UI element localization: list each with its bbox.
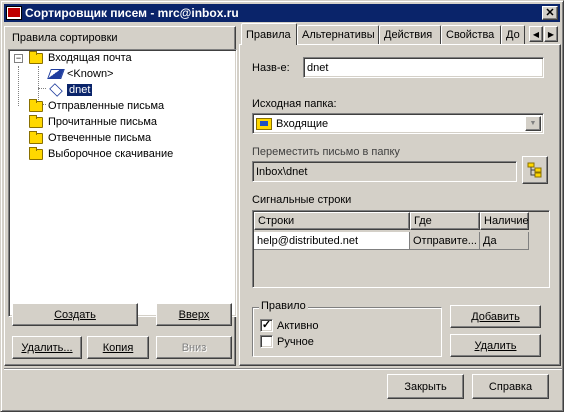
copy-button[interactable]: Копия — [87, 336, 149, 359]
move-to-folder-label: Переместить письмо в папку — [252, 146, 400, 158]
up-button-label: Вверх — [178, 308, 210, 321]
tab-label: Правила — [246, 28, 291, 41]
rule-group-legend: Правило — [259, 300, 308, 312]
manual-checkbox-label: Ручное — [277, 335, 314, 348]
active-checkbox-label: Активно — [277, 319, 319, 332]
delete-string-button-label: Удалить — [474, 339, 517, 352]
inbox-folder-icon — [256, 117, 272, 130]
tab-alternatives[interactable]: Альтернативы — [297, 25, 379, 45]
rule-groupbox: Правило ✓ Активно Ручное — [252, 300, 442, 357]
tree-item-label: dnet — [65, 83, 94, 97]
folder-icon — [29, 130, 43, 144]
rule-icon — [49, 83, 63, 97]
folder-icon — [29, 114, 43, 128]
up-button[interactable]: Вверх — [156, 303, 232, 326]
app-icon — [6, 6, 22, 20]
down-button-label: Вниз — [181, 341, 207, 354]
name-input[interactable]: dnet — [303, 57, 544, 78]
help-button-label: Справка — [488, 380, 533, 393]
help-button[interactable]: Справка — [472, 374, 549, 399]
title-bar[interactable]: Сортировщик писем - mrc@inbox.ru ✕ — [4, 4, 560, 22]
tab-label: Действия — [384, 29, 433, 41]
tab-rules[interactable]: Правила — [241, 23, 297, 45]
mail-sorter-window: Сортировщик писем - mrc@inbox.ru ✕ Прави… — [0, 0, 564, 412]
tab-more[interactable]: До — [501, 25, 525, 45]
folder-tree-icon — [527, 162, 542, 178]
tree-item-replied[interactable]: Отвеченные письма — [29, 130, 151, 146]
tree-item-label: Прочитанные письма — [48, 116, 158, 128]
create-button[interactable]: Создать — [12, 303, 138, 326]
rule-icon — [47, 69, 65, 79]
tree-item-label: Отправленные письма — [48, 100, 165, 112]
add-string-button-label: Добавить — [471, 310, 520, 323]
sorting-rules-label: Правила сортировки — [12, 32, 118, 44]
delete-rule-button-label: Удалить... — [21, 341, 73, 354]
tree-item-label: Отвеченные письма — [48, 132, 152, 144]
tab-label: До — [506, 29, 520, 41]
move-to-folder-field[interactable]: Inbox\dnet — [252, 161, 517, 182]
tab-scroll-right-icon[interactable]: ▶ — [544, 26, 558, 42]
folder-icon — [29, 98, 43, 112]
tree-item-label: Выборочное скачивание — [48, 148, 174, 160]
column-header-presence[interactable]: Наличие — [480, 212, 529, 230]
chevron-down-icon[interactable]: ▼ — [525, 116, 541, 131]
table-cell[interactable]: Отправите... — [410, 232, 480, 250]
delete-string-button[interactable]: Удалить — [450, 334, 541, 357]
active-checkbox[interactable]: ✓ — [260, 319, 273, 332]
column-header-strings[interactable]: Строки — [254, 212, 410, 230]
add-string-button[interactable]: Добавить — [450, 305, 541, 328]
window-title: Сортировщик писем - mrc@inbox.ru — [25, 6, 239, 20]
tree-item-inbox[interactable]: Входящая почта — [29, 50, 132, 66]
name-label: Назв-е: — [252, 62, 290, 74]
tree-item-label: Входящая почта — [48, 52, 132, 64]
tree-item-label: <Known> — [67, 68, 114, 80]
column-header-where[interactable]: Где — [410, 212, 480, 230]
close-button[interactable]: Закрыть — [387, 374, 464, 399]
tab-label: Альтернативы — [302, 29, 375, 41]
tree-item-known[interactable]: <Known> — [47, 66, 114, 82]
tree-item-read[interactable]: Прочитанные письма — [29, 114, 157, 130]
close-window-button[interactable]: ✕ — [542, 6, 558, 20]
tab-label: Свойства — [446, 29, 495, 41]
folder-icon — [29, 50, 43, 64]
source-folder-value: Входящие — [276, 117, 329, 130]
rules-tree[interactable]: − Входящая почта <Known> dnet Отправленн… — [8, 49, 237, 317]
copy-button-label: Копия — [102, 341, 134, 354]
signal-strings-label: Сигнальные строки — [252, 194, 352, 206]
browse-folder-button[interactable] — [522, 156, 548, 184]
tab-properties[interactable]: Свойства — [441, 25, 501, 45]
close-button-label: Закрыть — [404, 380, 447, 393]
tree-item-selective-download[interactable]: Выборочное скачивание — [29, 146, 173, 162]
active-checkbox-row[interactable]: ✓ Активно — [260, 319, 319, 332]
collapse-expander-icon[interactable]: − — [14, 54, 23, 63]
tab-actions[interactable]: Действия — [379, 25, 441, 45]
source-folder-label: Исходная папка: — [252, 98, 337, 110]
tree-item-dnet[interactable]: dnet — [49, 82, 94, 98]
create-button-label: Создать — [54, 308, 96, 321]
source-folder-select[interactable]: Входящие ▼ — [252, 113, 544, 134]
tab-scroll-left-icon[interactable]: ◀ — [529, 26, 543, 42]
manual-checkbox-row[interactable]: Ручное — [260, 335, 314, 348]
manual-checkbox[interactable] — [260, 335, 273, 348]
tree-item-sent[interactable]: Отправленные письма — [29, 98, 164, 114]
folder-icon — [29, 146, 43, 160]
down-button[interactable]: Вниз — [156, 336, 232, 359]
delete-rule-button[interactable]: Удалить... — [12, 336, 82, 359]
footer-divider — [4, 368, 562, 370]
table-cell[interactable]: Да — [480, 232, 529, 250]
sorting-rules-panel: Правила сортировки − Входящая почта <Kno… — [4, 26, 237, 366]
signal-strings-table[interactable]: Строки Где Наличие help@distributed.net … — [252, 210, 550, 288]
table-cell[interactable]: help@distributed.net — [254, 232, 410, 250]
